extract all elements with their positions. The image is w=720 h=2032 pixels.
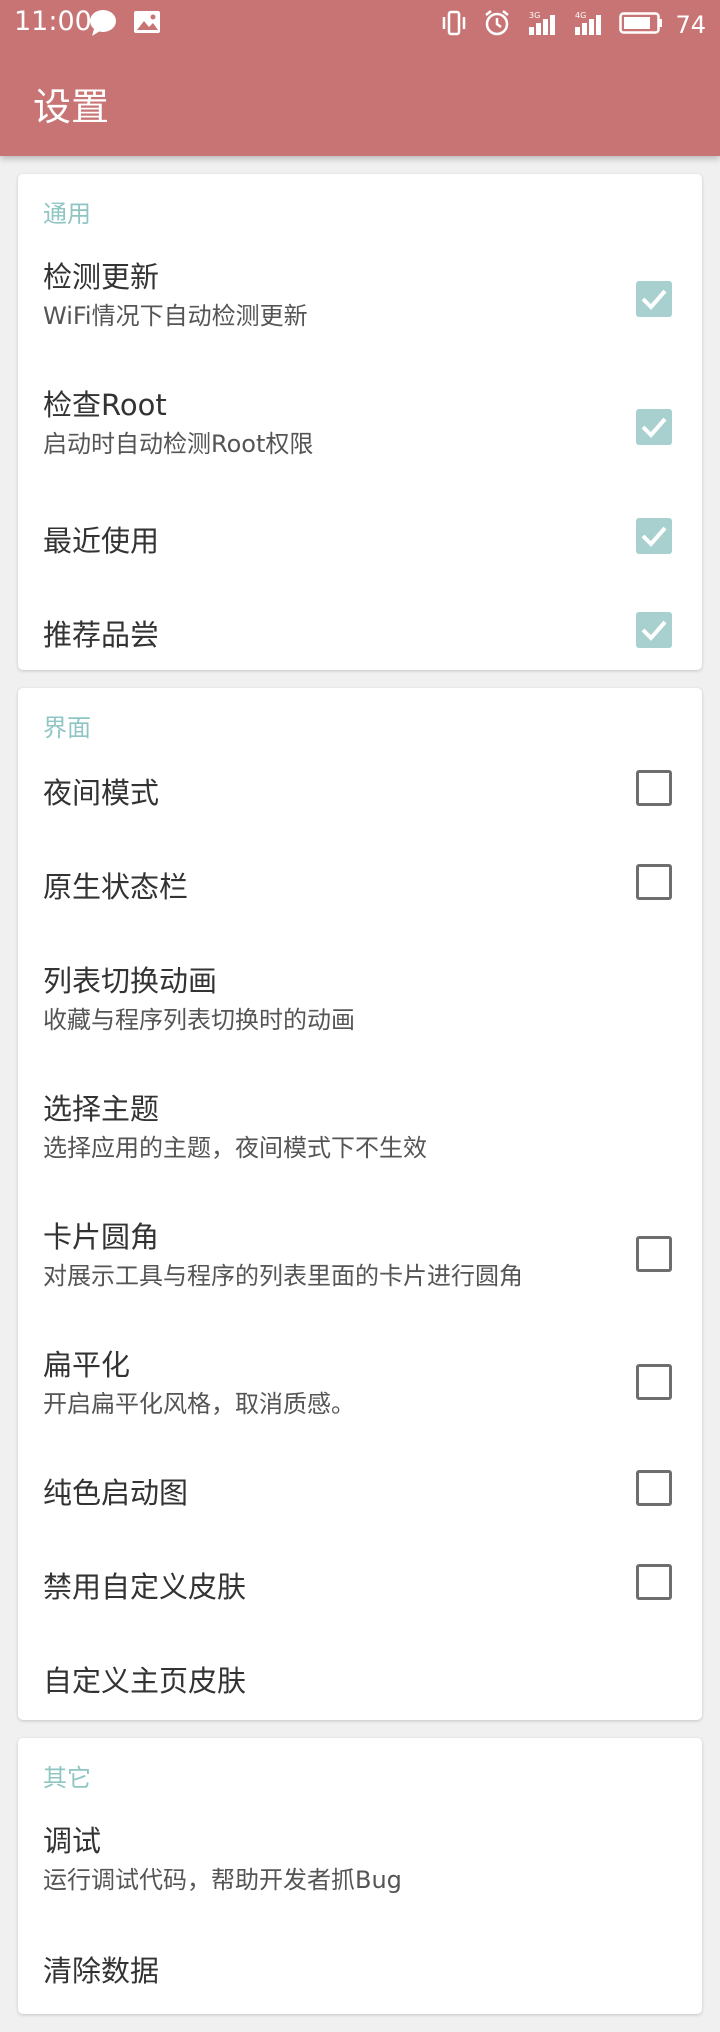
section-interface-card: 界面 夜间模式 原生状态栏 列表切换动画 收藏与程序列表切换时的动画 选择主题 … [18,688,702,1720]
setting-subtitle: WiFi情况下自动检测更新 [43,302,308,330]
setting-title: 清除数据 [43,1954,160,1988]
checkbox-checked[interactable] [636,281,672,317]
setting-title: 调试 [43,1824,102,1858]
svg-text:4G: 4G [575,11,586,20]
checkbox-checked[interactable] [636,409,672,445]
checkbox-checked[interactable] [636,518,672,554]
setting-item-check-root[interactable]: 检查Root 启动时自动检测Root权限 [18,362,702,490]
setting-item-night-mode[interactable]: 夜间模式 [18,748,702,842]
setting-subtitle: 收藏与程序列表切换时的动画 [43,1006,355,1034]
setting-subtitle: 选择应用的主题，夜间模式下不生效 [43,1134,427,1162]
checkbox-unchecked[interactable] [636,1364,672,1400]
setting-title: 夜间模式 [43,776,160,810]
app-bar: 11:00 3G 4G 74 设置 [0,0,720,156]
alarm-icon [483,9,511,41]
setting-title: 检查Root [43,388,167,422]
setting-title: 禁用自定义皮肤 [43,1570,247,1604]
setting-title: 自定义主页皮肤 [43,1664,247,1698]
section-header: 其它 [43,1764,91,1792]
signal-4g-icon: 4G [573,9,603,41]
section-other-card: 其它 调试 运行调试代码，帮助开发者抓Bug 清除数据 [18,1738,702,2014]
setting-title: 卡片圆角 [43,1220,160,1254]
checkbox-unchecked[interactable] [636,1564,672,1600]
setting-item-check-update[interactable]: 检测更新 WiFi情况下自动检测更新 [18,234,702,362]
checkbox-unchecked[interactable] [636,770,672,806]
setting-subtitle: 运行调试代码，帮助开发者抓Bug [43,1866,402,1894]
setting-item-solid-splash[interactable]: 纯色启动图 [18,1448,702,1542]
setting-title: 纯色启动图 [43,1476,189,1510]
status-time: 11:00 [14,6,92,37]
setting-title: 原生状态栏 [43,870,189,904]
setting-item-recommend[interactable]: 推荐品尝 [18,584,702,670]
checkbox-checked[interactable] [636,612,672,648]
setting-item-select-theme[interactable]: 选择主题 选择应用的主题，夜间模式下不生效 [18,1064,702,1192]
setting-item-clear-data[interactable]: 清除数据 [18,1926,702,2014]
setting-item-debug[interactable]: 调试 运行调试代码，帮助开发者抓Bug [18,1798,702,1926]
section-header: 通用 [43,200,91,228]
setting-title: 选择主题 [43,1092,160,1126]
setting-title: 推荐品尝 [43,618,160,652]
setting-item-custom-skin[interactable]: 自定义主页皮肤 [18,1636,702,1720]
section-header: 界面 [43,714,91,742]
battery-level: 74 [675,11,706,39]
setting-item-flat-style[interactable]: 扁平化 开启扁平化风格，取消质感。 [18,1320,702,1448]
setting-subtitle: 开启扁平化风格，取消质感。 [43,1390,355,1418]
chat-bubble-icon [88,9,118,41]
svg-text:3G: 3G [529,11,540,20]
setting-title: 检测更新 [43,260,160,294]
setting-subtitle: 对展示工具与程序的列表里面的卡片进行圆角 [43,1262,523,1290]
page-title: 设置 [33,85,110,129]
signal-3g-icon: 3G [527,9,557,41]
setting-title: 最近使用 [43,524,160,558]
setting-item-native-statusbar[interactable]: 原生状态栏 [18,842,702,936]
setting-subtitle: 启动时自动检测Root权限 [43,430,314,458]
setting-item-disable-skin[interactable]: 禁用自定义皮肤 [18,1542,702,1636]
setting-item-list-animation[interactable]: 列表切换动画 收藏与程序列表切换时的动画 [18,936,702,1064]
setting-item-recent-used[interactable]: 最近使用 [18,490,702,584]
image-icon [132,9,162,41]
checkbox-unchecked[interactable] [636,1470,672,1506]
section-general-card: 通用 检测更新 WiFi情况下自动检测更新 检查Root 启动时自动检测Root… [18,174,702,670]
status-bar: 11:00 3G 4G 74 [0,0,720,46]
vibrate-icon [441,9,467,41]
battery-icon [619,11,663,39]
checkbox-unchecked[interactable] [636,1236,672,1272]
setting-item-card-corner[interactable]: 卡片圆角 对展示工具与程序的列表里面的卡片进行圆角 [18,1192,702,1320]
setting-title: 扁平化 [43,1348,131,1382]
checkbox-unchecked[interactable] [636,864,672,900]
setting-title: 列表切换动画 [43,964,218,998]
